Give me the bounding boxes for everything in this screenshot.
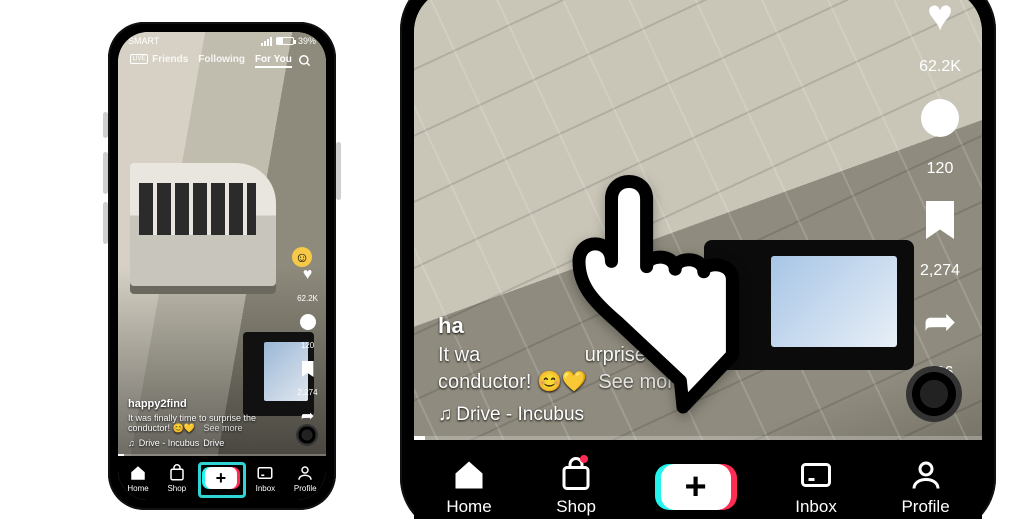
- comment-count: 120: [927, 160, 954, 178]
- sound-title: Drive - Incubus: [139, 438, 200, 448]
- nav-profile-label: Profile: [901, 497, 949, 517]
- nav-shop[interactable]: Shop: [167, 464, 186, 493]
- notification-dot-icon: [580, 455, 588, 463]
- video-subway-train: [130, 163, 276, 294]
- carrier-label: SMART: [128, 36, 159, 46]
- like-count: 62.2K: [919, 58, 961, 76]
- search-icon[interactable]: [298, 54, 312, 68]
- post-meta: happy2find It was finally time to surpri…: [128, 398, 276, 448]
- nav-shop-label: Shop: [556, 497, 596, 517]
- comment-button[interactable]: [299, 313, 317, 331]
- nav-inbox-label: Inbox: [795, 497, 837, 517]
- action-rail: ♥ 62.2K 120 2,274 ➦ 206: [297, 266, 318, 444]
- nav-profile[interactable]: Profile: [901, 457, 949, 517]
- phone-side-button: [103, 112, 108, 138]
- bottom-nav: Home Shop Inbox Profile: [414, 440, 982, 519]
- caption-frag-1: It wa: [438, 344, 480, 366]
- phone-screen-small: SMART 39% LIVE Friends Following For You…: [118, 32, 326, 500]
- post-sound[interactable]: Drive - Incubus Drive: [128, 438, 276, 448]
- phone-frame-large: ♥ 62.2K 120 2,274 ➦ 206 ha It wa ...hidd…: [400, 0, 996, 519]
- like-count: 62.2K: [297, 294, 318, 303]
- phone-frame-small: SMART 39% LIVE Friends Following For You…: [108, 22, 336, 510]
- sound-marquee: Drive: [203, 438, 224, 448]
- battery-percent: 39%: [298, 36, 316, 46]
- sticker-smiley-icon: [292, 247, 312, 267]
- share-button[interactable]: ➦: [918, 300, 962, 344]
- nav-home-label: Home: [446, 497, 491, 517]
- nav-create[interactable]: [661, 464, 731, 510]
- post-caption[interactable]: It was finally time to surprise the cond…: [128, 413, 276, 434]
- plus-icon: [205, 467, 237, 489]
- nav-home[interactable]: Home: [127, 464, 148, 493]
- action-rail: ♥ 62.2K 120 2,274 ➦ 206: [918, 0, 962, 382]
- see-more-link[interactable]: See more: [203, 423, 242, 433]
- see-more-link[interactable]: See more: [598, 371, 685, 393]
- caption-frag-3: conductor! 😊💛: [438, 371, 587, 393]
- sound-disc-icon[interactable]: [906, 366, 962, 422]
- phone-side-button: [103, 152, 108, 194]
- caption-frag-2: urprise the: [585, 344, 680, 366]
- phone-screen-large: ♥ 62.2K 120 2,274 ➦ 206 ha It wa ...hidd…: [414, 0, 982, 519]
- nav-shop[interactable]: Shop: [556, 457, 596, 517]
- bookmark-button[interactable]: [299, 360, 317, 378]
- post-username[interactable]: ha: [438, 313, 822, 339]
- tab-friends[interactable]: Friends: [152, 54, 188, 68]
- post-meta: ha It wa ...hidden... urprise the conduc…: [438, 313, 822, 426]
- feed-tabs: Friends Following For You: [118, 54, 326, 68]
- comment-count: 120: [301, 341, 314, 350]
- battery-icon: [276, 37, 294, 45]
- comment-button[interactable]: [918, 96, 962, 140]
- post-sound[interactable]: Drive - Incubus: [438, 404, 822, 426]
- tab-following[interactable]: Following: [198, 54, 245, 68]
- nav-profile[interactable]: Profile: [294, 464, 317, 493]
- phone-side-button: [103, 202, 108, 244]
- sound-disc-icon[interactable]: [296, 424, 318, 446]
- sound-title: Drive - Incubus: [456, 404, 584, 426]
- nav-inbox[interactable]: Inbox: [795, 457, 837, 517]
- nav-inbox-label: Inbox: [256, 484, 276, 493]
- plus-icon: [661, 464, 731, 510]
- nav-home-label: Home: [127, 484, 148, 493]
- bookmark-count: 2,274: [920, 262, 960, 280]
- post-caption[interactable]: It wa ...hidden... urprise the conductor…: [438, 342, 822, 396]
- bookmark-button[interactable]: [918, 198, 962, 242]
- nav-profile-label: Profile: [294, 484, 317, 493]
- status-bar: SMART 39%: [118, 32, 326, 50]
- share-button[interactable]: ➦: [299, 407, 317, 425]
- nav-shop-label: Shop: [167, 484, 186, 493]
- like-button[interactable]: ♥: [299, 266, 317, 284]
- bookmark-count: 2,274: [298, 388, 318, 397]
- signal-icon: [261, 37, 272, 46]
- nav-create[interactable]: [205, 467, 237, 489]
- tab-foryou[interactable]: For You: [255, 54, 292, 68]
- bottom-nav: Home Shop Inbox Profile: [118, 456, 326, 500]
- nav-home[interactable]: Home: [446, 457, 491, 517]
- nav-inbox[interactable]: Inbox: [256, 464, 276, 493]
- like-button[interactable]: ♥: [918, 0, 962, 38]
- phone-side-button: [336, 142, 341, 200]
- post-username[interactable]: happy2find: [128, 398, 276, 410]
- username-visible: ha: [438, 313, 464, 338]
